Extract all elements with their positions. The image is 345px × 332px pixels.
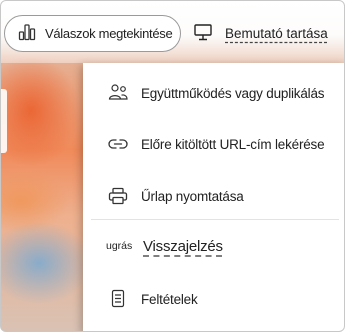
present-label: Bemutató tartása — [225, 26, 328, 41]
menu-item-label: Visszajelzés — [143, 237, 223, 255]
people-icon — [107, 83, 129, 103]
chart-icon — [17, 22, 37, 45]
document-icon — [107, 289, 129, 309]
menu-item-label: Előre kitöltött URL-cím lekérése — [141, 136, 325, 152]
app-window: Válaszok megtekintése Bemutató tartása E… — [0, 0, 345, 332]
menu-item-print[interactable]: Űrlap nyomtatása — [83, 176, 344, 216]
view-responses-label: Válaszok megtekintése — [45, 26, 173, 41]
printer-icon — [107, 186, 129, 206]
menu-item-label: Együttműködés vagy duplikálás — [141, 85, 325, 101]
link-icon — [107, 134, 129, 154]
top-toolbar: Válaszok megtekintése Bemutató tartása — [1, 1, 344, 63]
menu-item-label: Feltételek — [141, 291, 198, 307]
side-scroll-handle[interactable] — [1, 89, 7, 153]
menu-item-label: Űrlap nyomtatása — [141, 188, 244, 204]
menu-item-terms[interactable]: Feltételek — [83, 279, 344, 319]
feedback-prefix: ugrás — [106, 240, 133, 252]
menu-item-collaborate[interactable]: Együttműködés vagy duplikálás — [83, 73, 344, 113]
view-responses-button[interactable]: Válaszok megtekintése — [4, 15, 181, 52]
menu-item-prefilled-url[interactable]: Előre kitöltött URL-cím lekérése — [83, 124, 344, 164]
menu-divider — [91, 219, 339, 220]
menu-item-feedback[interactable]: ugrás Visszajelzés — [83, 226, 344, 266]
present-button[interactable]: Bemutató tartása — [193, 15, 328, 52]
presentation-icon — [193, 22, 213, 45]
more-options-menu: Együttműködés vagy duplikálás Előre kitö… — [83, 63, 344, 331]
